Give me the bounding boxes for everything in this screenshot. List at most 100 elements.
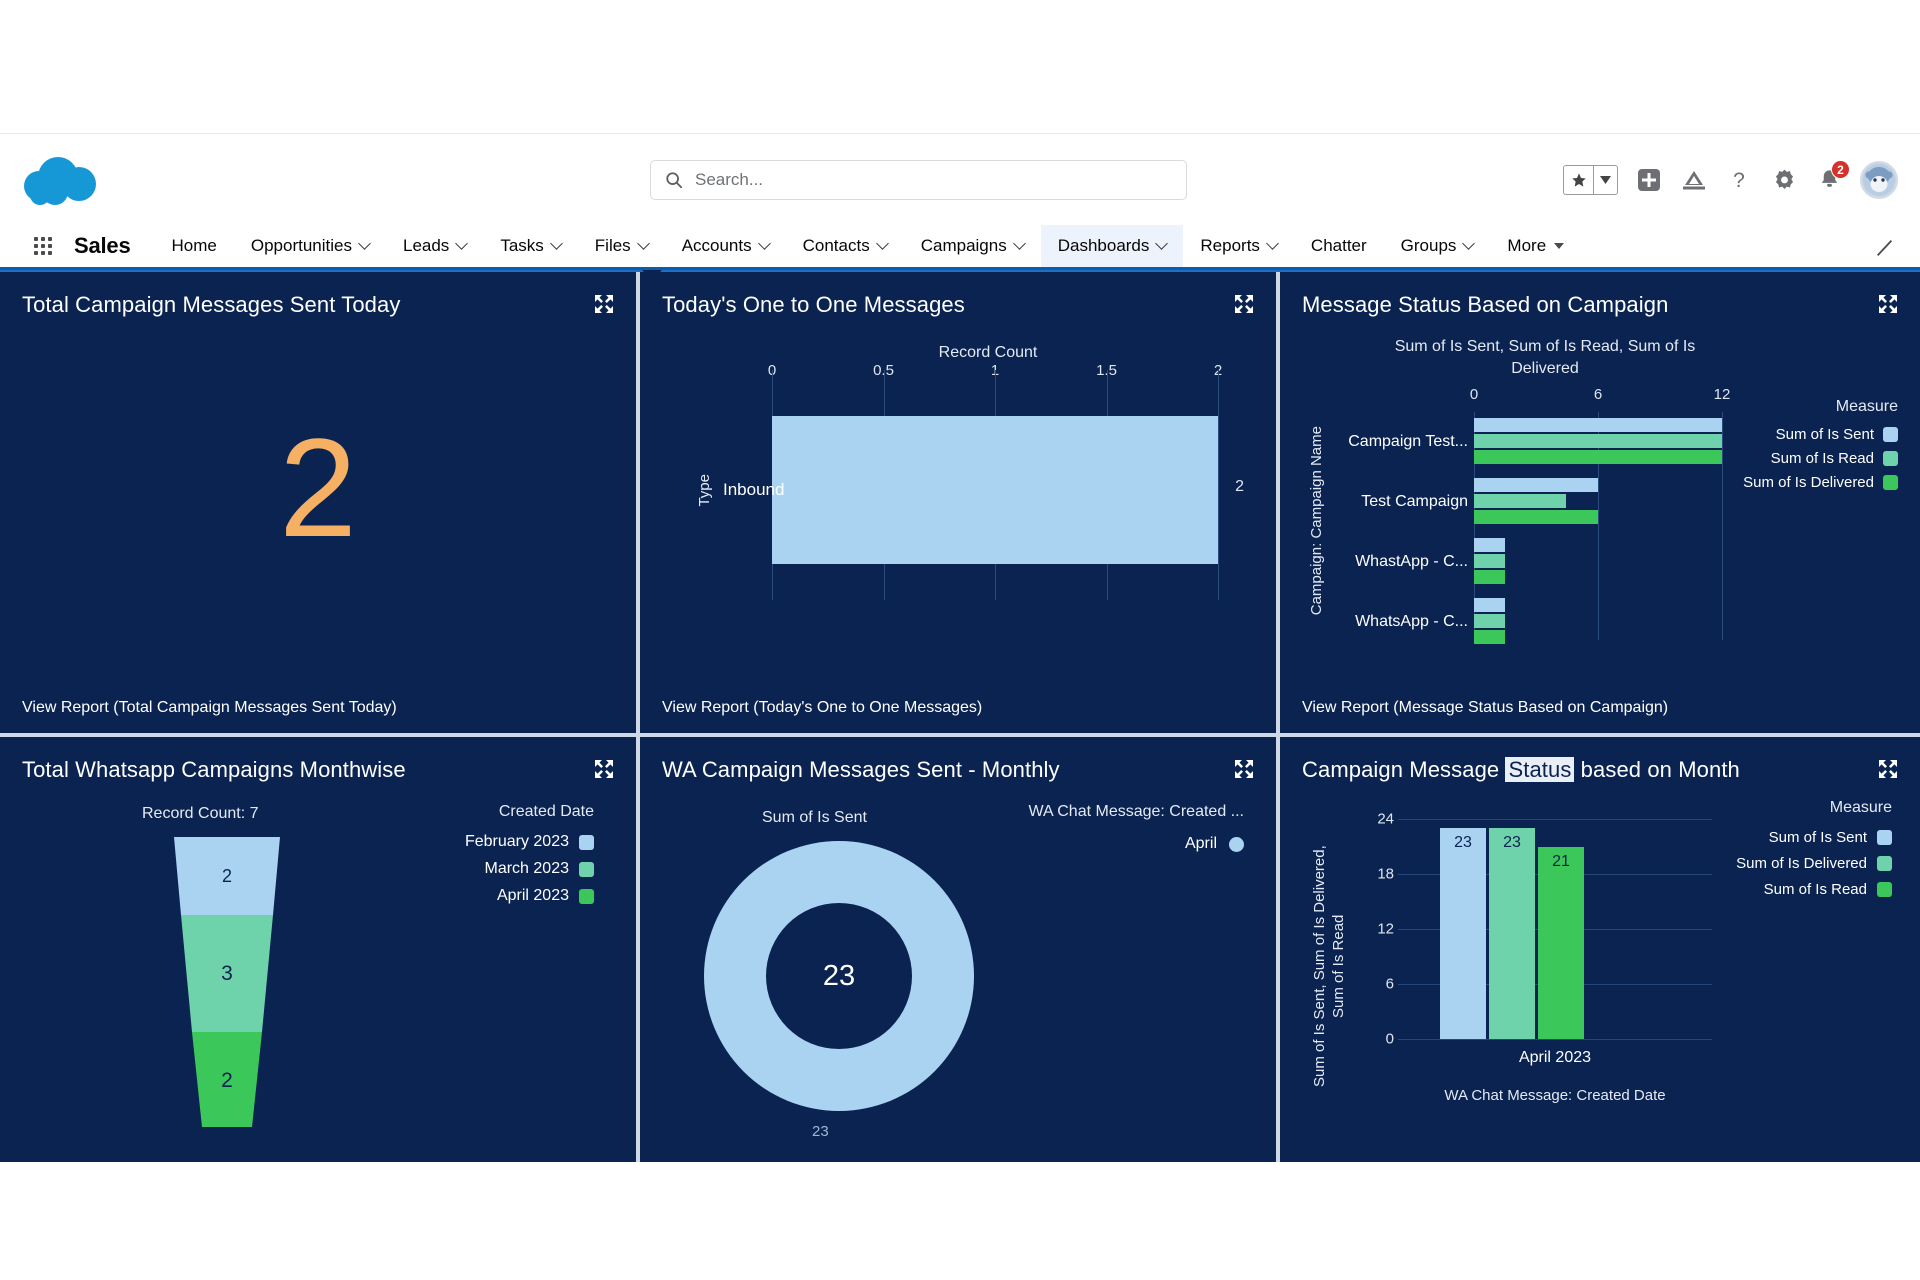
- record-count-label: Record Count: 7: [142, 805, 259, 822]
- favorites-caret-icon[interactable]: [1593, 165, 1618, 195]
- card-title: WA Campaign Messages Sent - Monthly: [662, 757, 1060, 782]
- help-icon[interactable]: ?: [1725, 166, 1753, 194]
- nav-item-files[interactable]: Files: [578, 225, 665, 267]
- bar-group: [1474, 472, 1722, 532]
- notifications-bell-icon[interactable]: 2: [1815, 160, 1850, 194]
- salesforce-cloud-logo[interactable]: [16, 155, 106, 205]
- global-actions-icon[interactable]: [1635, 166, 1663, 194]
- expand-icon[interactable]: [1234, 759, 1254, 779]
- y-tick: 12: [1377, 920, 1394, 938]
- nav-item-dashboards[interactable]: Dashboards: [1040, 225, 1184, 267]
- bar-sum-of-is-read[interactable]: [1474, 434, 1722, 448]
- nav-label: Groups: [1400, 236, 1457, 255]
- funnel-shape: 2 3 2: [174, 837, 280, 1127]
- legend-label: March 2023: [484, 860, 570, 877]
- card-title: Total Whatsapp Campaigns Monthwise: [22, 757, 406, 782]
- legend-item[interactable]: Sum of Is Sent: [1712, 829, 1892, 846]
- legend-title: Created Date: [498, 803, 594, 820]
- chart-legend: Created Date February 2023 March 2023 Ap…: [384, 803, 594, 914]
- bar-group: 23 23 21: [1440, 819, 1584, 1039]
- nav-item-reports[interactable]: Reports: [1183, 225, 1294, 267]
- bar-sum-of-is-sent[interactable]: [1474, 538, 1505, 552]
- bar-data-label: 23: [1503, 834, 1521, 852]
- bar-sum-of-is-read[interactable]: 21: [1538, 846, 1584, 1039]
- chevron-down-icon: [1155, 237, 1169, 250]
- card-title-part2: based on Month: [1574, 757, 1740, 782]
- bar-sum-of-is-read[interactable]: [1474, 494, 1566, 508]
- y-axis-title: Type: [696, 474, 713, 507]
- legend-item[interactable]: Sum of Is Read: [1726, 450, 1898, 467]
- legend-item[interactable]: Sum of Is Read: [1712, 881, 1892, 898]
- legend-item[interactable]: March 2023: [384, 860, 594, 878]
- expand-icon[interactable]: [1234, 294, 1254, 314]
- setup-gear-icon[interactable]: [1770, 166, 1798, 194]
- bar-sum-of-is-delivered[interactable]: [1474, 450, 1722, 464]
- nav-item-chatter[interactable]: Chatter: [1294, 225, 1384, 267]
- chevron-down-icon: [636, 237, 650, 250]
- nav-item-groups[interactable]: Groups: [1384, 225, 1491, 267]
- expand-icon[interactable]: [594, 759, 614, 779]
- bar-sum-of-is-read[interactable]: [1474, 614, 1505, 628]
- legend-swatch: [579, 861, 594, 877]
- bar-sum-of-is-delivered[interactable]: [1474, 510, 1598, 524]
- edit-page-button[interactable]: [1874, 225, 1896, 270]
- view-report-link[interactable]: View Report (Today's One to One Messages…: [662, 699, 982, 717]
- bar-sum-of-is-sent[interactable]: [1474, 418, 1722, 432]
- dashboard-page: ? 2: [0, 0, 1920, 1280]
- browser-top-area: [0, 0, 1920, 133]
- legend-item[interactable]: Sum of Is Delivered: [1726, 474, 1898, 491]
- bar-sum-of-is-delivered[interactable]: [1474, 570, 1505, 584]
- nav-item-home[interactable]: Home: [155, 225, 234, 267]
- nav-label: Dashboards: [1057, 236, 1150, 255]
- bar-sum-of-is-delivered[interactable]: [1474, 630, 1505, 644]
- search-input[interactable]: [695, 170, 1172, 190]
- nav-item-campaigns[interactable]: Campaigns: [904, 225, 1041, 267]
- expand-icon[interactable]: [594, 294, 614, 314]
- y-axis-category: Test Campaign: [1361, 493, 1468, 510]
- legend-item[interactable]: February 2023: [384, 833, 594, 851]
- nav-item-more[interactable]: More: [1490, 225, 1581, 267]
- chart-plot-area: 0 6 12: [1470, 386, 1730, 656]
- user-avatar[interactable]: [1860, 161, 1898, 199]
- favorites-control[interactable]: [1563, 165, 1618, 195]
- view-report-link[interactable]: View Report (Message Status Based on Cam…: [1302, 699, 1668, 717]
- bar-group: [1474, 532, 1722, 592]
- nav-item-accounts[interactable]: Accounts: [665, 225, 786, 267]
- card-title: Today's One to One Messages: [662, 292, 965, 317]
- funnel-label-april: 2: [221, 1069, 233, 1092]
- legend-swatch: [1877, 882, 1892, 897]
- expand-icon[interactable]: [1878, 294, 1898, 314]
- funnel-label-march: 3: [221, 962, 233, 985]
- bar-sum-of-is-read[interactable]: [1474, 554, 1505, 568]
- legend-item[interactable]: Sum of Is Delivered: [1712, 855, 1892, 872]
- expand-icon[interactable]: [1878, 759, 1898, 779]
- legend-swatch: [1877, 830, 1892, 845]
- nav-item-opportunities[interactable]: Opportunities: [234, 225, 386, 267]
- app-launcher-icon[interactable]: [26, 225, 60, 267]
- global-search-box[interactable]: [650, 160, 1187, 200]
- learning-trailhead-icon[interactable]: [1680, 166, 1708, 194]
- nav-label: Contacts: [802, 236, 870, 255]
- legend-item[interactable]: April 2023: [384, 887, 594, 905]
- legend-swatch: [1883, 451, 1898, 466]
- bar-sum-of-is-sent[interactable]: [1474, 598, 1505, 612]
- bar-sum-of-is-sent[interactable]: 23: [1440, 828, 1486, 1039]
- nav-item-contacts[interactable]: Contacts: [786, 225, 904, 267]
- legend-title: Measure: [1835, 398, 1898, 415]
- legend-label: Sum of Is Delivered: [1736, 855, 1867, 872]
- bar-sum-of-is-sent[interactable]: [1474, 478, 1598, 492]
- legend-label: Sum of Is Sent: [1768, 829, 1867, 846]
- favorites-star-icon[interactable]: [1563, 165, 1593, 195]
- legend-swatch: [1883, 427, 1898, 442]
- donut-slice-april[interactable]: 23: [704, 841, 974, 1111]
- bar-inbound[interactable]: 2: [772, 416, 1244, 564]
- nav-item-tasks[interactable]: Tasks: [483, 225, 577, 267]
- bar-sum-of-is-delivered[interactable]: 23: [1489, 828, 1535, 1039]
- y-tick: 0: [1385, 1030, 1394, 1048]
- app-navigation-bar: Sales Home Opportunities Leads Tasks Fil…: [0, 225, 1920, 281]
- legend-item[interactable]: Sum of Is Sent: [1726, 426, 1898, 443]
- legend-item[interactable]: April: [984, 835, 1244, 853]
- legend-label: April: [1184, 835, 1217, 852]
- view-report-link[interactable]: View Report (Total Campaign Messages Sen…: [22, 699, 397, 717]
- nav-item-leads[interactable]: Leads: [386, 225, 483, 267]
